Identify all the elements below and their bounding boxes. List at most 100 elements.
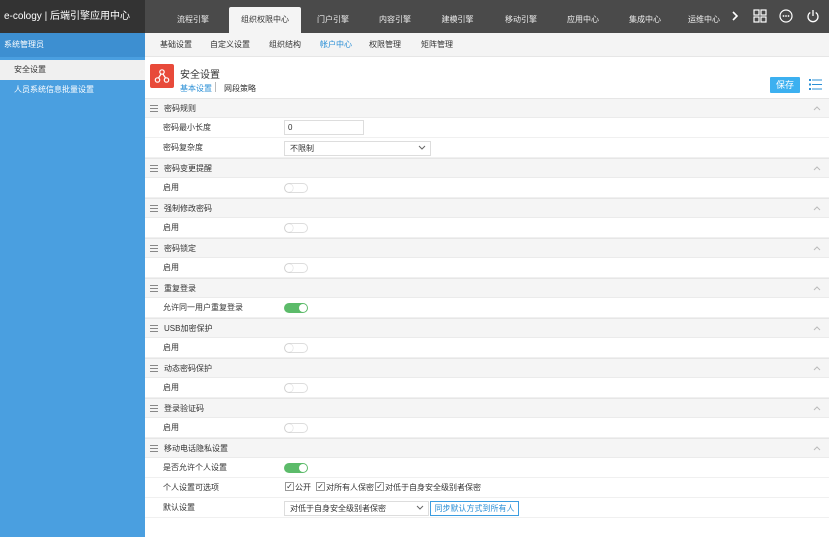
sub-tab-org-structure[interactable]: 组织结构 xyxy=(269,33,301,57)
tab-basic-settings[interactable]: 基本设置 xyxy=(180,83,212,94)
collapse-icon[interactable] xyxy=(813,245,821,251)
enable-label: 启用 xyxy=(163,183,179,192)
drag-handle-icon xyxy=(150,325,158,332)
collapse-icon[interactable] xyxy=(813,165,821,171)
section-title: USB加密保护 xyxy=(164,324,213,333)
top-tab-modeling[interactable]: 建模引擎 xyxy=(425,7,490,33)
top-tab-workflow[interactable]: 流程引擎 xyxy=(157,7,229,33)
collapse-icon[interactable] xyxy=(813,365,821,371)
top-tab-ops[interactable]: 运维中心 xyxy=(676,7,732,33)
drag-handle-icon xyxy=(150,245,158,252)
top-bar: e-cology | 后端引擎应用中心 流程引擎 组织权限中心 门户引擎 内容引… xyxy=(0,0,829,33)
row-enable: 启用 xyxy=(145,258,829,278)
section-title: 强制修改密码 xyxy=(164,204,212,213)
row-complexity: 密码复杂度 不限制 xyxy=(145,138,829,158)
option-public-checkbox[interactable]: ✓ 公开 xyxy=(285,482,311,493)
repeat-login-toggle[interactable] xyxy=(284,303,308,313)
security-icon xyxy=(150,64,174,88)
pwd-lock-toggle[interactable] xyxy=(284,263,308,273)
settings-content: 密码规则 密码最小长度 0 密码复杂度 不限制 密码变更提醒 启用 强制修改密码… xyxy=(145,98,829,537)
collapse-icon[interactable] xyxy=(813,405,821,411)
row-enable: 启用 xyxy=(145,178,829,198)
enable-label: 启用 xyxy=(163,343,179,352)
section-title: 密码规则 xyxy=(164,104,196,113)
sub-tab-basic-settings[interactable]: 基础设置 xyxy=(160,33,192,57)
section-title: 动态密码保护 xyxy=(164,364,212,373)
option-private-lower-label: 对低于自身安全级别者保密 xyxy=(385,483,481,492)
sub-tab-custom-settings[interactable]: 自定义设置 xyxy=(210,33,250,57)
pwd-change-toggle[interactable] xyxy=(284,183,308,193)
collapse-icon[interactable] xyxy=(813,325,821,331)
sidebar-item-batch-user-settings[interactable]: 人员系统信息批量设置 xyxy=(0,80,145,100)
row-default-setting: 默认设置 对低于自身安全级别者保密 同步默认方式到所有人 xyxy=(145,498,829,518)
complexity-value: 不限制 xyxy=(290,144,314,153)
collapse-icon[interactable] xyxy=(813,285,821,291)
sidebar-item-security-settings[interactable]: 安全设置 xyxy=(0,60,145,80)
enable-label: 启用 xyxy=(163,423,179,432)
option-private-all-checkbox[interactable]: ✓ 对所有人保密 xyxy=(316,482,374,493)
checkbox-box: ✓ xyxy=(285,482,294,492)
top-tab-integration[interactable]: 集成中心 xyxy=(614,7,676,33)
section-force-change-password[interactable]: 强制修改密码 xyxy=(145,198,829,218)
checkbox-box: ✓ xyxy=(375,482,384,492)
top-tab-portal[interactable]: 门户引擎 xyxy=(301,7,365,33)
dynamic-password-toggle[interactable] xyxy=(284,383,308,393)
collapse-icon[interactable] xyxy=(813,445,821,451)
page-header: 安全设置 基本设置 网段策略 保存 xyxy=(145,58,829,98)
section-usb-protection[interactable]: USB加密保护 xyxy=(145,318,829,338)
collapse-icon[interactable] xyxy=(813,205,821,211)
section-login-captcha[interactable]: 登录验证码 xyxy=(145,398,829,418)
top-tab-mobile[interactable]: 移动引擎 xyxy=(490,7,552,33)
captcha-toggle[interactable] xyxy=(284,423,308,433)
personal-options-label: 个人设置可选项 xyxy=(163,483,219,492)
top-tab-app-center[interactable]: 应用中心 xyxy=(552,7,614,33)
sidebar: 系统管理员 安全设置 人员系统信息批量设置 xyxy=(0,33,145,537)
list-menu-icon[interactable] xyxy=(809,78,822,91)
row-enable: 启用 xyxy=(145,338,829,358)
top-tab-content[interactable]: 内容引擎 xyxy=(365,7,425,33)
sub-tab-permission-mgmt[interactable]: 权限管理 xyxy=(369,33,401,57)
section-repeat-login[interactable]: 重复登录 xyxy=(145,278,829,298)
complexity-select[interactable]: 不限制 xyxy=(284,141,431,156)
more-icon[interactable] xyxy=(779,9,793,23)
default-setting-value: 对低于自身安全级别者保密 xyxy=(290,504,386,513)
grid-icon[interactable] xyxy=(753,9,767,23)
section-mobile-privacy[interactable]: 移动电话隐私设置 xyxy=(145,438,829,458)
min-length-input[interactable]: 0 xyxy=(284,120,364,135)
force-change-toggle[interactable] xyxy=(284,223,308,233)
section-password-change-reminder[interactable]: 密码变更提醒 xyxy=(145,158,829,178)
default-setting-select[interactable]: 对低于自身安全级别者保密 xyxy=(284,501,429,516)
drag-handle-icon xyxy=(150,205,158,212)
section-password-lock[interactable]: 密码锁定 xyxy=(145,238,829,258)
option-private-lower-checkbox[interactable]: ✓ 对低于自身安全级别者保密 xyxy=(375,482,481,493)
sub-tab-matrix-mgmt[interactable]: 矩阵管理 xyxy=(421,33,453,57)
section-title: 登录验证码 xyxy=(164,404,204,413)
usb-toggle[interactable] xyxy=(284,343,308,353)
row-allow-personal-setting: 是否允许个人设置 xyxy=(145,458,829,478)
sync-default-button[interactable]: 同步默认方式到所有人 xyxy=(430,501,519,516)
top-tab-org-permission[interactable]: 组织权限中心 xyxy=(229,7,301,33)
chevron-right-icon[interactable] xyxy=(730,11,740,21)
allow-personal-toggle[interactable] xyxy=(284,463,308,473)
sub-tab-account-center[interactable]: 帐户中心 xyxy=(320,33,352,57)
min-length-label: 密码最小长度 xyxy=(163,123,211,132)
drag-handle-icon xyxy=(150,285,158,292)
enable-label: 启用 xyxy=(163,383,179,392)
section-title: 重复登录 xyxy=(164,284,196,293)
chevron-down-icon xyxy=(416,505,424,510)
save-button[interactable]: 保存 xyxy=(770,77,800,93)
brand-title: e-cology | 后端引擎应用中心 xyxy=(0,0,145,33)
power-icon[interactable] xyxy=(806,9,820,23)
tab-network-policy[interactable]: 网段策略 xyxy=(224,83,256,94)
enable-label: 启用 xyxy=(163,263,179,272)
section-password-rules[interactable]: 密码规则 xyxy=(145,98,829,118)
section-title: 移动电话隐私设置 xyxy=(164,444,228,453)
section-dynamic-password[interactable]: 动态密码保护 xyxy=(145,358,829,378)
row-personal-options: 个人设置可选项 ✓ 公开 ✓ 对所有人保密 ✓ 对低于自身安全级别者保密 xyxy=(145,478,829,498)
checkbox-box: ✓ xyxy=(316,482,325,492)
row-enable: 启用 xyxy=(145,378,829,398)
sub-navigation: 基础设置 自定义设置 组织结构 帐户中心 权限管理 矩阵管理 xyxy=(145,33,829,57)
default-setting-label: 默认设置 xyxy=(163,503,195,512)
collapse-icon[interactable] xyxy=(813,105,821,111)
option-public-label: 公开 xyxy=(295,483,311,492)
